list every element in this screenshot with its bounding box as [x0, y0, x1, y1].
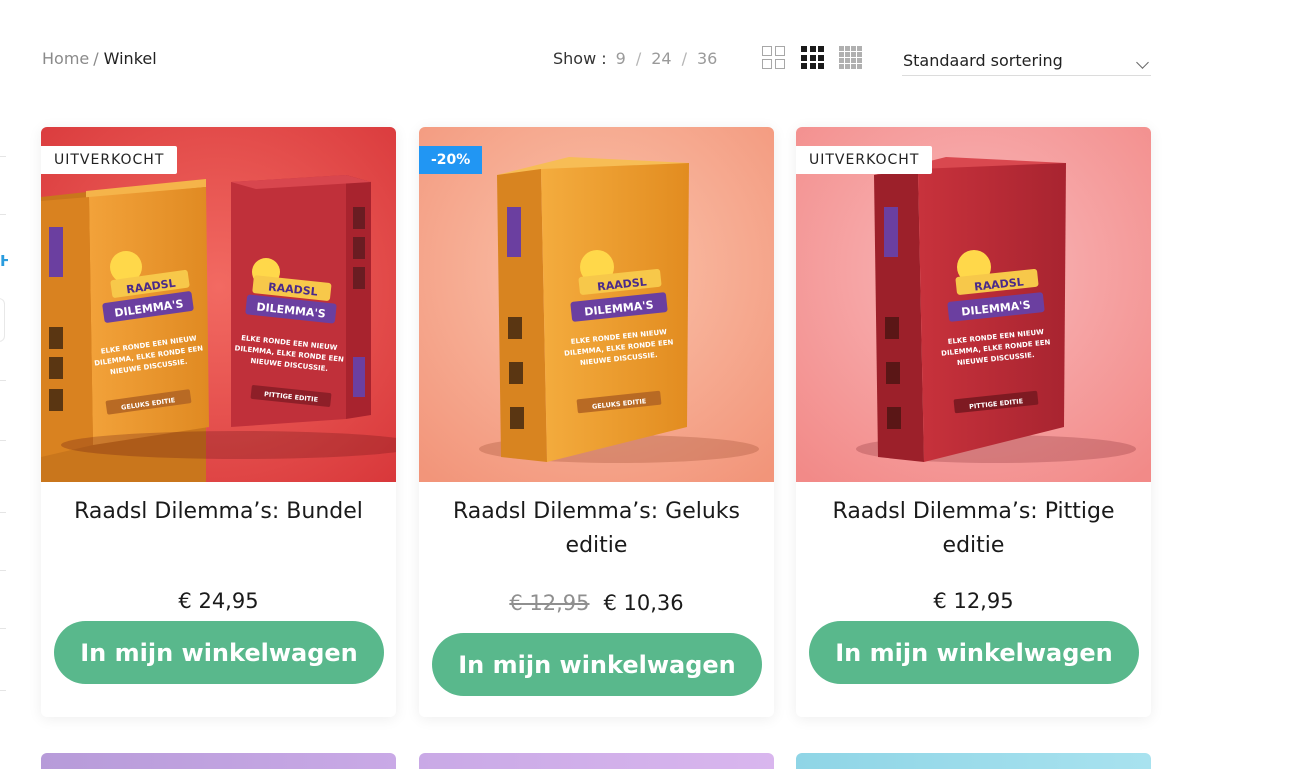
show-label: Show : [553, 49, 607, 68]
sold-out-badge: UITVERKOCHT [41, 146, 178, 174]
product-price: € 10,36 [603, 591, 684, 615]
breadcrumb-current: Winkel [103, 49, 157, 68]
show-36-link[interactable]: 36 [697, 49, 717, 68]
show-9-link[interactable]: 9 [616, 49, 626, 68]
product-title[interactable]: Raadsl Dilemma’s: Pittige editie [816, 495, 1131, 563]
product-card-bundel: RAADSL DILEMMA'S ELKE RONDE EEN NIEUW DI… [41, 127, 396, 717]
product-title[interactable]: Raadsl Dilemma’s: Geluks editie [439, 495, 754, 563]
product-price: € 24,95 [178, 589, 259, 613]
sort-select-value: Standaard sortering [903, 51, 1063, 70]
product-card-pittige: RAADSL DILEMMA'S ELKE RONDE EEN NIEUW DI… [796, 127, 1151, 717]
product-image[interactable]: RAADSL DILEMMA'S ELKE RONDE EEN NIEUW DI… [419, 127, 774, 482]
breadcrumb: Home / Winkel [42, 49, 157, 68]
product-title[interactable]: Raadsl Dilemma’s: Bundel [61, 495, 376, 529]
sold-out-badge: UITVERKOCHT [796, 146, 933, 174]
sidebar-cut-glyph: H [0, 252, 8, 270]
grid-3-icon[interactable] [801, 46, 825, 70]
sort-select[interactable]: Standaard sortering [902, 46, 1151, 76]
show-24-link[interactable]: 24 [651, 49, 671, 68]
product-card-next-row[interactable] [419, 753, 774, 769]
product-card-geluks: RAADSL DILEMMA'S ELKE RONDE EEN NIEUW DI… [419, 127, 774, 717]
product-old-price: € 12,95 [509, 591, 590, 615]
sidebar-edge: H [0, 0, 8, 769]
product-price-row: € 12,95 € 10,36 [419, 591, 774, 615]
chevron-down-icon [1136, 56, 1149, 69]
product-image[interactable]: RAADSL DILEMMA'S ELKE RONDE EEN NIEUW DI… [41, 127, 396, 482]
add-to-cart-button[interactable]: In mijn winkelwagen [432, 633, 762, 696]
product-card-next-row[interactable] [41, 753, 396, 769]
product-card-next-row[interactable] [796, 753, 1151, 769]
add-to-cart-button[interactable]: In mijn winkelwagen [54, 621, 384, 684]
grid-2-icon[interactable] [762, 46, 786, 70]
products-per-page: Show : 9 / 24 / 36 [553, 49, 718, 68]
grid-4-icon[interactable] [839, 46, 863, 70]
add-to-cart-button[interactable]: In mijn winkelwagen [809, 621, 1139, 684]
sale-badge: -20% [419, 146, 483, 174]
product-price: € 12,95 [933, 589, 1014, 613]
product-image[interactable]: RAADSL DILEMMA'S ELKE RONDE EEN NIEUW DI… [796, 127, 1151, 482]
breadcrumb-separator: / [93, 49, 99, 68]
breadcrumb-home-link[interactable]: Home [42, 49, 89, 68]
